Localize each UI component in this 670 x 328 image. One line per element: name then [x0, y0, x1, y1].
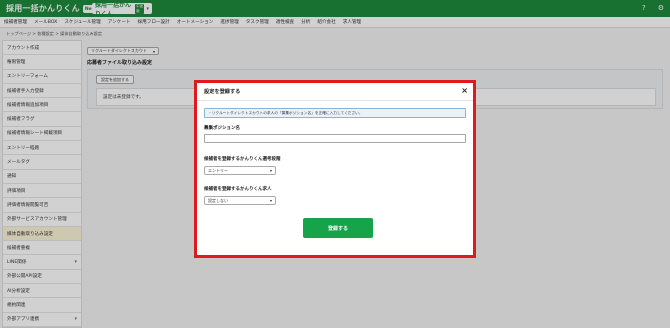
- info-notice: ・リクルートダイレクトスカウトの求人の「募集ポジション名」を正確に入力してくださ…: [204, 108, 466, 118]
- submit-button[interactable]: 登録する: [303, 218, 373, 238]
- job-select-value: 設定しない: [208, 197, 228, 203]
- register-setting-modal: 設定を登録する × ・リクルートダイレクトスカウトの求人の「募集ポジション名」を…: [194, 80, 476, 258]
- modal-header: 設定を登録する: [197, 83, 473, 101]
- chevron-down-icon: ▾: [269, 168, 272, 173]
- info-notice-text: ・リクルートダイレクトスカウトの求人の「募集ポジション名」を正確に入力してくださ…: [208, 110, 363, 115]
- position-name-input[interactable]: [204, 134, 466, 143]
- stage-select-value: エントリー: [208, 167, 228, 173]
- job-label: 候補者を登録するかんりくん求人: [204, 187, 272, 192]
- chevron-down-icon: ▾: [269, 198, 272, 203]
- stage-select[interactable]: エントリー ▾: [204, 166, 276, 175]
- stage-label: 候補者を登録するかんりくん選考段階: [204, 157, 281, 162]
- job-select[interactable]: 設定しない ▾: [204, 196, 276, 205]
- close-icon[interactable]: ×: [461, 86, 468, 95]
- modal-title: 設定を登録する: [204, 89, 241, 95]
- position-name-label: 募集ポジション名: [204, 126, 240, 131]
